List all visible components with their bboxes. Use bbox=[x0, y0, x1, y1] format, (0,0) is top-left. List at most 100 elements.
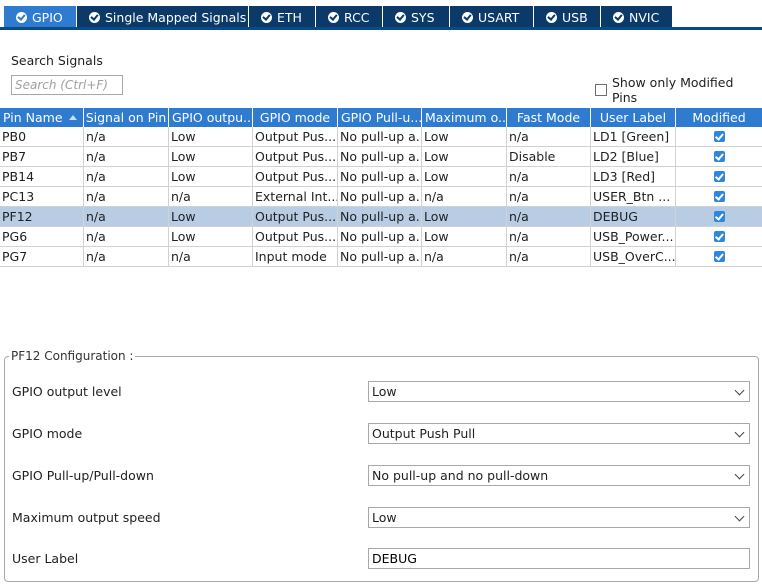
cell-speed: Low bbox=[422, 227, 507, 246]
column-header-modified[interactable]: Modified bbox=[676, 108, 762, 127]
table-row[interactable]: PB7 n/a Low Output Pus... No pull-up a..… bbox=[0, 147, 762, 167]
cell-mode: Output Pus... bbox=[255, 127, 338, 146]
cell-user-label: LD1 [Green] bbox=[591, 127, 676, 146]
tab-label: RCC bbox=[344, 9, 370, 25]
column-header-label: GPIO Pull-u... bbox=[341, 110, 422, 125]
tab-rcc[interactable]: RCC bbox=[316, 6, 383, 28]
cell-signal: n/a bbox=[84, 207, 169, 226]
cell-user-label: LD3 [Red] bbox=[591, 167, 676, 186]
tab-label: SYS bbox=[411, 9, 435, 25]
checked-icon bbox=[713, 131, 725, 142]
check-circle-icon bbox=[395, 11, 406, 23]
table-row[interactable]: PB14 n/a Low Output Pus... No pull-up a.… bbox=[0, 167, 762, 187]
cell-fast-mode: n/a bbox=[507, 167, 591, 186]
cell-mode: External Int... bbox=[255, 187, 338, 206]
cell-output: Low bbox=[169, 127, 253, 146]
cell-speed: Low bbox=[422, 207, 507, 226]
cell-user-label: LD2 [Blue] bbox=[591, 147, 676, 166]
cell-mode: Output Pus... bbox=[255, 147, 338, 166]
cell-speed: n/a bbox=[422, 247, 507, 266]
column-header-mode[interactable]: GPIO mode bbox=[253, 108, 338, 127]
check-circle-icon bbox=[462, 11, 473, 23]
table-row-selected[interactable]: PF12 n/a Low Output Pus... No pull-up a.… bbox=[0, 207, 762, 227]
gpio-mode-label: GPIO mode bbox=[12, 426, 83, 441]
column-header-output[interactable]: GPIO outpu... bbox=[169, 108, 253, 127]
cell-pin: PB14 bbox=[0, 167, 84, 186]
column-header-signal[interactable]: Signal on Pin bbox=[84, 108, 169, 127]
checked-icon bbox=[713, 191, 725, 202]
gpio-pull-select[interactable]: No pull-up and no pull-down bbox=[368, 465, 750, 486]
column-header-fast-mode[interactable]: Fast Mode bbox=[507, 108, 591, 127]
cell-mode: Output Pus... bbox=[255, 167, 338, 186]
checked-icon bbox=[713, 231, 725, 242]
cell-pin: PG6 bbox=[0, 227, 84, 246]
cell-fast-mode: n/a bbox=[507, 187, 591, 206]
tab-nvic[interactable]: NVIC bbox=[601, 6, 673, 28]
search-signals-label: Search Signals bbox=[11, 53, 103, 68]
cell-fast-mode: n/a bbox=[507, 247, 591, 266]
check-circle-icon bbox=[328, 11, 339, 23]
max-output-speed-label: Maximum output speed bbox=[12, 510, 161, 525]
cell-signal: n/a bbox=[84, 247, 169, 266]
cell-modified bbox=[676, 207, 762, 226]
tab-eth[interactable]: ETH bbox=[249, 6, 316, 28]
column-header-label: Modified bbox=[692, 110, 746, 125]
column-header-label: Pin Name bbox=[3, 110, 63, 125]
show-only-modified-label: Show only Modified Pins bbox=[611, 75, 734, 105]
check-circle-icon bbox=[546, 11, 557, 23]
cell-modified bbox=[676, 127, 762, 146]
user-label-input[interactable] bbox=[368, 548, 750, 569]
checked-icon bbox=[713, 151, 725, 162]
column-header-pull[interactable]: GPIO Pull-u... bbox=[338, 108, 422, 127]
cell-fast-mode: n/a bbox=[507, 207, 591, 226]
column-header-pin-name[interactable]: Pin Name bbox=[0, 108, 84, 127]
column-header-speed[interactable]: Maximum o... bbox=[422, 108, 507, 127]
configuration-title: PF12 Configuration : bbox=[9, 349, 136, 363]
tab-single-mapped-signals[interactable]: Single Mapped Signals bbox=[77, 6, 249, 28]
column-header-user-label[interactable]: User Label bbox=[591, 108, 676, 127]
column-header-label: GPIO mode bbox=[259, 110, 331, 125]
cell-speed: Low bbox=[422, 127, 507, 146]
cell-pull: No pull-up a... bbox=[340, 127, 422, 146]
tab-gpio[interactable]: GPIO bbox=[4, 6, 77, 28]
tab-usart[interactable]: USART bbox=[450, 6, 534, 28]
table-row[interactable]: PG6 n/a Low Output Pus... No pull-up a..… bbox=[0, 227, 762, 247]
select-value: Output Push Pull bbox=[372, 426, 476, 441]
column-header-label: Signal on Pin bbox=[85, 110, 167, 125]
cell-output: Low bbox=[169, 227, 253, 246]
select-value: No pull-up and no pull-down bbox=[372, 468, 549, 483]
signals-table: Pin Name Signal on Pin GPIO outpu... GPI… bbox=[0, 108, 762, 267]
table-header: Pin Name Signal on Pin GPIO outpu... GPI… bbox=[0, 108, 762, 127]
tab-sys[interactable]: SYS bbox=[383, 6, 450, 28]
cell-speed: Low bbox=[422, 147, 507, 166]
show-only-modified-toggle[interactable]: Show only Modified Pins bbox=[595, 75, 762, 105]
max-output-speed-select[interactable]: Low bbox=[368, 507, 750, 528]
cell-pull: No pull-up a... bbox=[340, 207, 422, 226]
gpio-output-level-select[interactable]: Low bbox=[368, 381, 750, 402]
cell-fast-mode: n/a bbox=[507, 227, 591, 246]
cell-pin: PC13 bbox=[0, 187, 84, 206]
select-value: Low bbox=[372, 384, 397, 399]
cell-output: Low bbox=[169, 147, 253, 166]
table-row[interactable]: PB0 n/a Low Output Pus... No pull-up a..… bbox=[0, 127, 762, 147]
tab-label: NVIC bbox=[629, 9, 660, 25]
show-only-modified-checkbox[interactable] bbox=[595, 84, 607, 96]
chevron-down-icon bbox=[734, 427, 745, 438]
search-input[interactable] bbox=[11, 75, 123, 95]
select-value: Low bbox=[372, 510, 397, 525]
checked-icon bbox=[713, 171, 725, 182]
table-row[interactable]: PG7 n/a n/a Input mode No pull-up a... n… bbox=[0, 247, 762, 267]
cell-fast-mode: n/a bbox=[507, 127, 591, 146]
cell-mode: Input mode bbox=[253, 247, 338, 266]
cell-modified bbox=[676, 147, 762, 166]
tab-label: USB bbox=[562, 9, 588, 25]
cell-modified bbox=[676, 247, 762, 266]
cell-pull: No pull-up a... bbox=[340, 227, 422, 246]
cell-mode: Output Pus... bbox=[255, 207, 338, 226]
table-row[interactable]: PC13 n/a n/a External Int... No pull-up … bbox=[0, 187, 762, 207]
gpio-mode-select[interactable]: Output Push Pull bbox=[368, 423, 750, 444]
cell-modified bbox=[676, 227, 762, 246]
pin-configuration-group: PF12 Configuration : GPIO output level L… bbox=[4, 349, 759, 582]
tab-label: USART bbox=[478, 9, 520, 25]
tab-usb[interactable]: USB bbox=[534, 6, 601, 28]
